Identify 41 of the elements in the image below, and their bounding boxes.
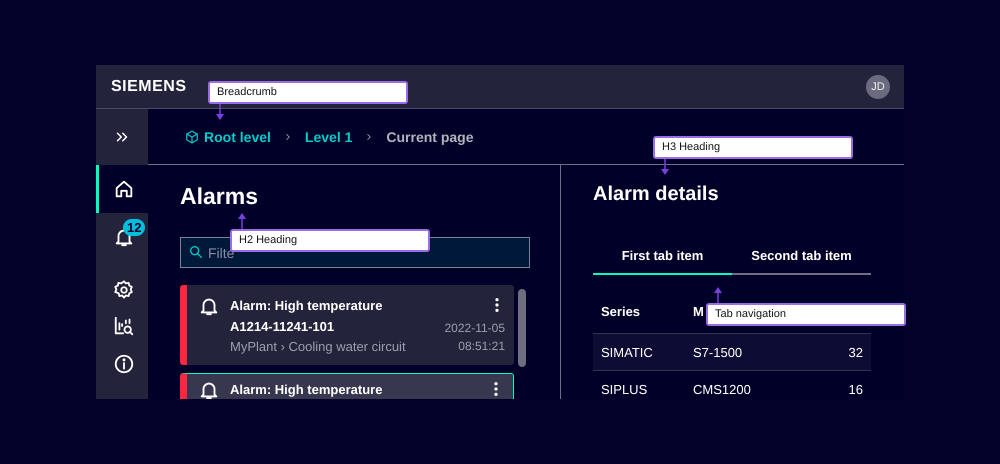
tab[interactable]: Second tab item	[732, 248, 871, 275]
settings-icon[interactable]	[112, 279, 134, 301]
alarm-card[interactable]: Alarm: High temperature A1214-11241-101 MyPlant › Cooling water circuit 2022-11-05 08:51:21	[180, 285, 514, 365]
brand-logo: SIEMENS	[111, 78, 187, 96]
annotation-tooltip: H3 Heading	[653, 136, 853, 159]
column-header: M	[693, 304, 704, 318]
alarm-title: Alarm: High temperature	[230, 297, 384, 315]
alarm-date: 2022-11-05	[444, 320, 505, 337]
pointer-arrow	[216, 104, 224, 120]
current-page: Current page	[386, 128, 474, 144]
nav-item[interactable]	[96, 165, 148, 213]
alarm-card[interactable]: Alarm: High temperature	[180, 373, 514, 399]
table-cell: SIPLUS	[593, 370, 685, 399]
user-avatar[interactable]: JD	[866, 74, 890, 98]
alarm-location: MyPlant › Cooling water circuit	[230, 338, 407, 356]
nav-item[interactable]: 12	[96, 213, 148, 261]
alarm-time: 08:51:21	[458, 338, 505, 355]
column-header: Series	[601, 304, 640, 318]
section-heading: Alarm details	[593, 183, 720, 206]
table-cell: SIMATIC	[593, 334, 685, 370]
table-cell: 32	[816, 334, 871, 370]
breadcrumb-link[interactable]: Root level	[185, 128, 271, 144]
alarm-id: A1214-11241-101	[230, 318, 336, 336]
page-heading: Alarms	[180, 183, 259, 210]
table-cell: CMS1200	[685, 370, 817, 399]
breadcrumb-link[interactable]: Level 1	[304, 128, 352, 144]
pointer-arrow	[661, 159, 669, 175]
annotation-tooltip: Breadcrumb	[208, 81, 408, 104]
alarm-title: Alarm: High temperature	[230, 381, 384, 399]
annotation-tooltip: H2 Heading	[230, 229, 430, 252]
info-icon[interactable]	[112, 353, 134, 375]
count-badge: 12	[123, 219, 146, 236]
search-icon[interactable]	[188, 244, 204, 260]
pointer-arrow	[238, 213, 246, 229]
pointer-arrow	[714, 287, 722, 303]
table-cell: S7-1500	[685, 334, 817, 370]
table-cell: 16	[816, 370, 871, 399]
chart-search-icon[interactable]	[112, 315, 134, 337]
tab[interactable]: First tab item	[593, 248, 732, 275]
scrollbar[interactable]	[518, 289, 526, 367]
annotation-tooltip: Tab navigation	[706, 303, 906, 326]
